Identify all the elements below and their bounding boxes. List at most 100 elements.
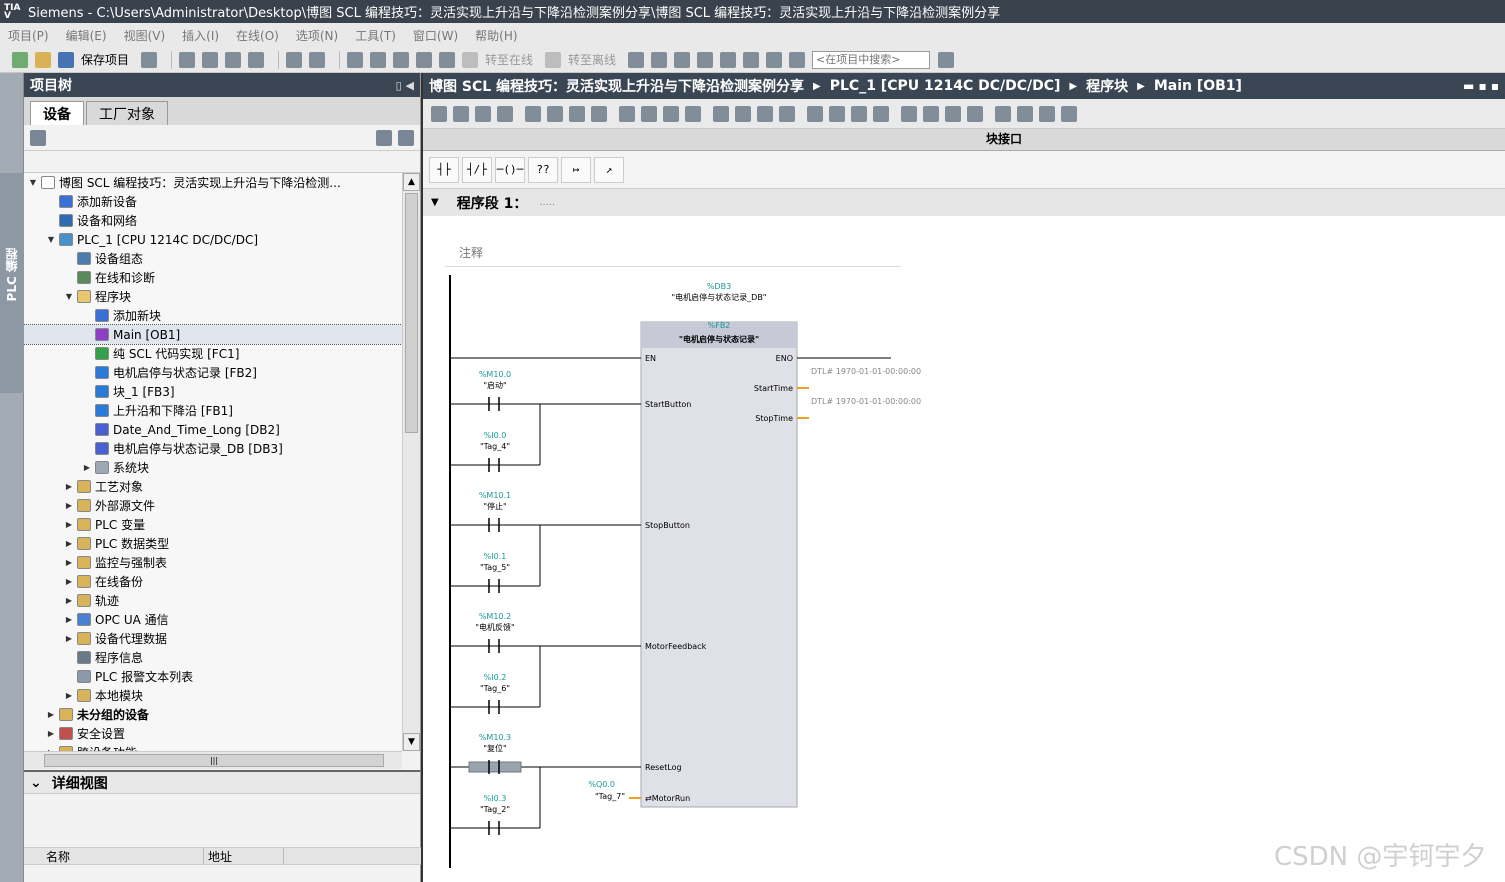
tree-item[interactable]: 上升沿和下降沿 [FB1]	[24, 401, 402, 420]
save-icon[interactable]	[58, 51, 74, 68]
collapse-panel-icon[interactable]: ▯ ◀	[396, 79, 414, 92]
column-address[interactable]: 地址	[204, 848, 284, 864]
network-header[interactable]: ▼ 程序段 1： .....	[423, 188, 1505, 216]
program-status-icon[interactable]	[995, 105, 1011, 122]
go-online-button[interactable]: 转至在线	[485, 51, 533, 68]
force-icon[interactable]	[1039, 105, 1055, 122]
tree-item[interactable]: ▼ 程序块	[24, 287, 402, 306]
restore-icon[interactable]	[789, 51, 806, 68]
contact-tag[interactable]: "Tag_6"	[480, 684, 510, 693]
scroll-thumb[interactable]	[405, 193, 418, 433]
tree-item[interactable]: ▶ 安全设置	[24, 724, 402, 743]
tree-item[interactable]: ▶ 工艺对象	[24, 477, 402, 496]
instance-db-name[interactable]: "电机启停与状态记录_DB"	[671, 292, 766, 302]
tree-item[interactable]: Main [OB1]	[24, 324, 402, 345]
save-project-button[interactable]: 保存项目	[81, 51, 129, 68]
output-value[interactable]: DTL# 1970-01-01-00:00:00	[811, 367, 921, 376]
contact-tag[interactable]: "Tag_5"	[480, 563, 510, 572]
contact-tag[interactable]: "Tag_4"	[480, 442, 510, 451]
scroll-down-icon[interactable]: ▼	[403, 733, 420, 751]
expand-arrow-icon[interactable]: ▼	[28, 178, 38, 187]
comments-icon[interactable]	[619, 105, 635, 122]
tree-vertical-scrollbar[interactable]: ▲ ▼	[402, 173, 420, 751]
open-box-icon[interactable]	[663, 105, 679, 122]
menu-insert[interactable]: 插入(I)	[182, 27, 219, 44]
tab-devices[interactable]: 设备	[30, 101, 84, 125]
menu-project[interactable]: 项目(P)	[8, 27, 49, 44]
paste-icon[interactable]	[225, 51, 242, 68]
collapse-arrow-icon[interactable]: ▶	[64, 558, 74, 567]
update-calls-icon[interactable]	[851, 105, 867, 122]
close-icon[interactable]	[697, 51, 714, 68]
column-name[interactable]: 名称	[24, 848, 204, 864]
hscroll-thumb[interactable]: |||	[44, 754, 384, 767]
go-online-icon[interactable]	[462, 51, 479, 68]
undo-icon[interactable]	[286, 51, 303, 68]
collapse-arrow-icon[interactable]: ▶	[64, 501, 74, 510]
previous-error-icon[interactable]	[807, 105, 823, 122]
tree-item[interactable]: 添加新设备	[24, 192, 402, 211]
tree-item[interactable]: ▶ 外部源文件	[24, 496, 402, 515]
tree-settings-icon[interactable]	[30, 129, 46, 146]
collapse-arrow-icon[interactable]: ▶	[64, 482, 74, 491]
detail-view-header[interactable]: ⌄ 详细视图	[24, 772, 420, 794]
reference-icon[interactable]	[945, 105, 961, 122]
split-horizontal-icon[interactable]	[720, 51, 737, 68]
tree-item[interactable]: 设备和网络	[24, 211, 402, 230]
network-comment[interactable]: 注释	[445, 241, 901, 267]
close-box-icon[interactable]	[685, 105, 701, 122]
close-branch-button[interactable]: ↗	[594, 156, 624, 183]
start-sim-icon[interactable]	[439, 51, 456, 68]
split-vertical-icon[interactable]	[743, 51, 760, 68]
tree-item[interactable]: 电机启停与状态记录_DB [DB3]	[24, 439, 402, 458]
cut-icon[interactable]	[179, 51, 196, 68]
call-structure-icon[interactable]	[923, 105, 939, 122]
tree-item[interactable]: ▶ PLC 数据类型	[24, 534, 402, 553]
print-icon[interactable]	[141, 51, 158, 68]
open-branch-button[interactable]: ↦	[561, 156, 591, 183]
absolute-address-icon[interactable]	[569, 105, 585, 122]
start-cpu-icon[interactable]	[651, 51, 668, 68]
breadcrumb-main[interactable]: Main [OB1]	[1154, 78, 1242, 94]
search-icon[interactable]	[938, 51, 955, 68]
fb-box[interactable]	[640, 321, 798, 808]
scroll-up-icon[interactable]: ▲	[403, 173, 420, 191]
delete-icon[interactable]	[248, 51, 265, 68]
tree-item[interactable]: ▶ 在线备份	[24, 572, 402, 591]
menu-view[interactable]: 视图(V)	[124, 27, 166, 44]
collapse-arrow-icon[interactable]: ▶	[64, 520, 74, 529]
tree-item[interactable]: 在线和诊断	[24, 268, 402, 287]
maximize-icon[interactable]	[766, 51, 783, 68]
next-error-icon[interactable]	[829, 105, 845, 122]
collapse-arrow-icon[interactable]: ⌄	[30, 775, 42, 791]
tree-horizontal-scrollbar[interactable]: |||	[24, 751, 402, 769]
download-icon[interactable]	[370, 51, 387, 68]
project-search-input[interactable]	[812, 50, 931, 69]
collapse-arrow-icon[interactable]: ▶	[82, 463, 92, 472]
tree-item[interactable]: ▶ 监控与强制表	[24, 553, 402, 572]
contact-tag[interactable]: "启动"	[483, 380, 506, 390]
tree-item[interactable]: ▼ PLC_1 [CPU 1214C DC/DC/DC]	[24, 230, 402, 249]
breadcrumb-plc[interactable]: PLC_1 [CPU 1214C DC/DC/DC]	[830, 78, 1061, 94]
fb-name[interactable]: "电机启停与状态记录"	[679, 334, 759, 344]
insert-row-icon[interactable]	[475, 105, 491, 122]
tree-item[interactable]: 添加新块	[24, 306, 402, 325]
tree-item[interactable]: ▶ PLC 变量	[24, 515, 402, 534]
copy-icon[interactable]	[202, 51, 219, 68]
monitor-icon[interactable]	[735, 105, 751, 122]
tree-item[interactable]: 程序信息	[24, 648, 402, 667]
menu-edit[interactable]: 编辑(E)	[66, 27, 107, 44]
contact-tag[interactable]: "复位"	[483, 743, 506, 753]
new-window-icon[interactable]	[398, 129, 414, 146]
tree-item[interactable]: 设备组态	[24, 249, 402, 268]
collapse-arrow-icon[interactable]: ▶	[64, 539, 74, 548]
tree-item[interactable]: 纯 SCL 代码实现 [FC1]	[24, 344, 402, 363]
open-project-icon[interactable]	[35, 51, 51, 68]
go-offline-button[interactable]: 转至离线	[568, 51, 616, 68]
tree-item[interactable]: ▶ 轨迹	[24, 591, 402, 610]
add-row-icon[interactable]	[497, 105, 513, 122]
contact-highlight[interactable]	[468, 761, 522, 773]
collapse-arrow-icon[interactable]: ▶	[64, 577, 74, 586]
tree-item[interactable]: PLC 报警文本列表	[24, 667, 402, 686]
empty-box-button[interactable]: ??	[528, 156, 558, 183]
